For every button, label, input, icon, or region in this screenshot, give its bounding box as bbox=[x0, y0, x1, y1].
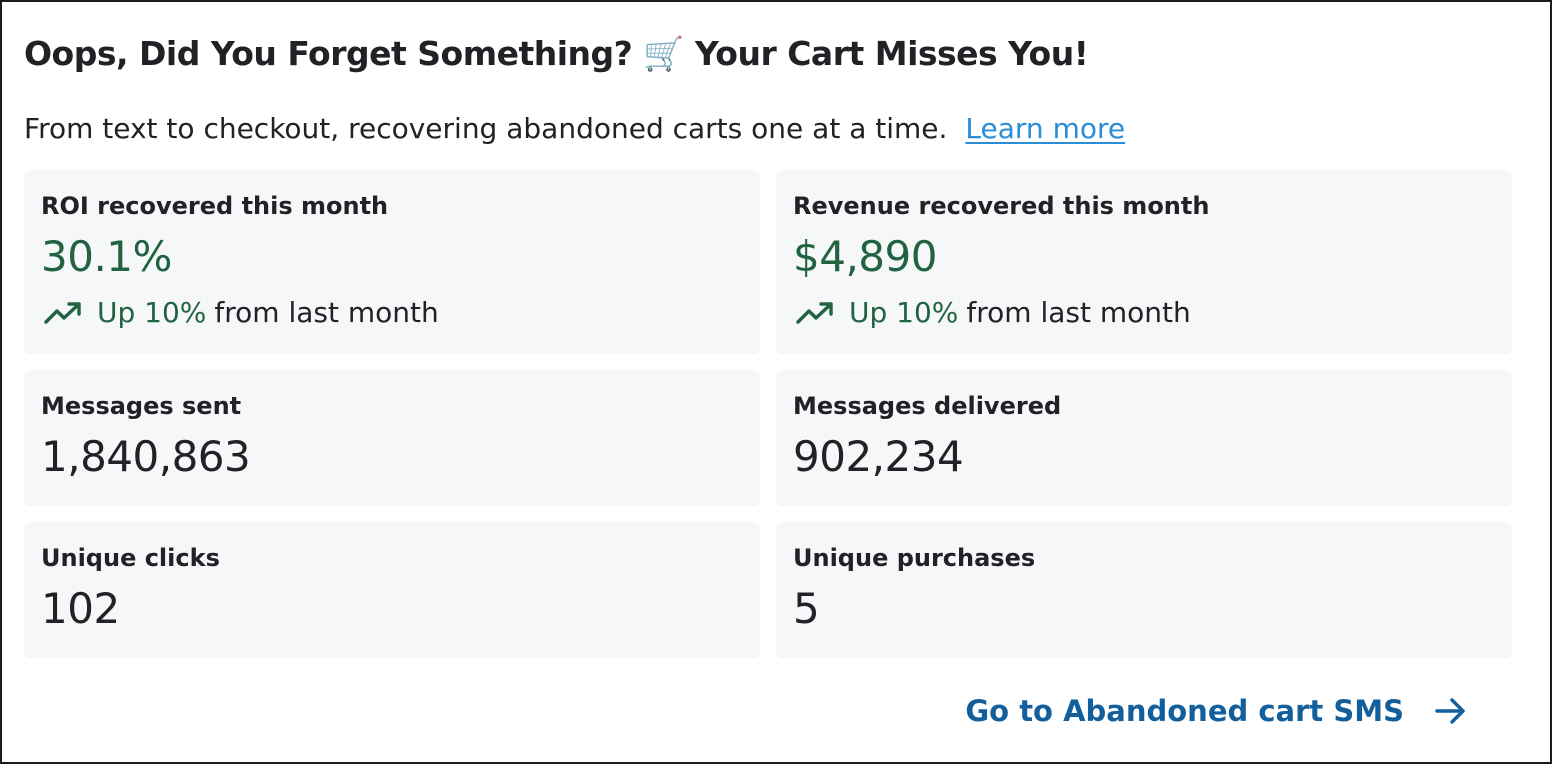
card-subtitle-row: From text to checkout, recovering abando… bbox=[24, 112, 1125, 145]
title-text-after: Your Cart Misses You! bbox=[694, 34, 1089, 73]
unique-clicks-tile: Unique clicks 102 bbox=[24, 522, 760, 658]
unique-purchases-value: 5 bbox=[793, 584, 820, 633]
go-to-abandoned-cart-sms-label: Go to Abandoned cart SMS bbox=[965, 694, 1404, 728]
roi-tile: ROI recovered this month 30.1% Up 10% fr… bbox=[24, 170, 760, 354]
shopping-cart-icon: 🛒 bbox=[643, 34, 684, 73]
trending-up-icon bbox=[796, 301, 833, 324]
card-subtitle: From text to checkout, recovering abando… bbox=[24, 112, 948, 145]
roi-value: 30.1% bbox=[41, 232, 172, 281]
abandoned-cart-card: Oops, Did You Forget Something? 🛒 Your C… bbox=[0, 0, 1552, 764]
arrow-right-icon bbox=[1435, 698, 1465, 724]
title-text-before: Oops, Did You Forget Something? bbox=[24, 34, 633, 73]
roi-label: ROI recovered this month bbox=[41, 192, 389, 220]
learn-more-link[interactable]: Learn more bbox=[965, 112, 1125, 145]
messages-delivered-label: Messages delivered bbox=[793, 392, 1062, 420]
messages-sent-tile: Messages sent 1,840,863 bbox=[24, 370, 760, 506]
trending-up-icon bbox=[44, 301, 81, 324]
revenue-trend-up: Up 10% bbox=[849, 296, 959, 329]
revenue-trend-rest: from last month bbox=[966, 296, 1191, 329]
card-title: Oops, Did You Forget Something? 🛒 Your C… bbox=[24, 34, 1089, 74]
revenue-trend: Up 10% from last month bbox=[795, 296, 1191, 329]
unique-clicks-value: 102 bbox=[41, 584, 120, 633]
messages-sent-label: Messages sent bbox=[41, 392, 242, 420]
roi-trend-up: Up 10% bbox=[97, 296, 207, 329]
messages-delivered-tile: Messages delivered 902,234 bbox=[776, 370, 1512, 506]
unique-purchases-label: Unique purchases bbox=[793, 544, 1036, 572]
revenue-tile: Revenue recovered this month $4,890 Up 1… bbox=[776, 170, 1512, 354]
go-to-abandoned-cart-sms-link[interactable]: Go to Abandoned cart SMS bbox=[965, 694, 1468, 728]
messages-sent-value: 1,840,863 bbox=[41, 432, 251, 481]
roi-trend-rest: from last month bbox=[214, 296, 439, 329]
messages-delivered-value: 902,234 bbox=[793, 432, 964, 481]
revenue-value: $4,890 bbox=[793, 232, 937, 281]
roi-trend: Up 10% from last month bbox=[43, 296, 439, 329]
unique-purchases-tile: Unique purchases 5 bbox=[776, 522, 1512, 658]
unique-clicks-label: Unique clicks bbox=[41, 544, 220, 572]
revenue-label: Revenue recovered this month bbox=[793, 192, 1210, 220]
